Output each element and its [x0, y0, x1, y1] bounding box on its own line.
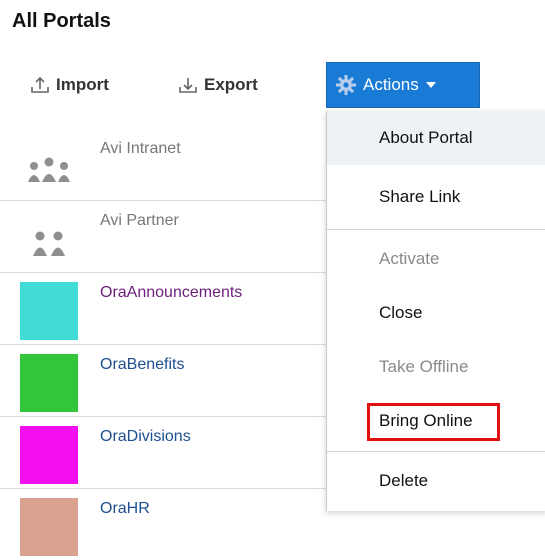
portal-name[interactable]: OraDivisions: [100, 428, 191, 446]
export-button[interactable]: Export: [178, 64, 258, 106]
menu-divider: [327, 229, 545, 230]
menu-item-label: Close: [379, 303, 423, 322]
portal-name[interactable]: OraHR: [100, 500, 150, 518]
menu-item-label: Share Link: [379, 187, 461, 206]
actions-label: Actions: [363, 75, 419, 94]
portal-name[interactable]: OraAnnouncements: [100, 284, 242, 302]
menu-item-label: Take Offline: [379, 357, 469, 376]
people-group-icon: [20, 138, 78, 196]
portal-name[interactable]: OraBenefits: [100, 356, 184, 374]
menu-item-label: Delete: [379, 471, 429, 490]
export-icon: [178, 75, 198, 95]
gear-icon: [335, 74, 357, 96]
import-button[interactable]: Import: [30, 64, 109, 106]
portal-thumbnail: [20, 354, 78, 412]
page-title: All Portals: [12, 10, 111, 32]
menu-item-delete[interactable]: Delete: [327, 454, 545, 508]
portal-name[interactable]: Avi Intranet: [100, 140, 181, 158]
menu-item-about-portal[interactable]: About Portal: [327, 111, 545, 165]
caret-down-icon: [425, 81, 437, 89]
menu-item-activate: Activate: [327, 232, 545, 286]
people-partner-icon: [20, 210, 78, 268]
menu-item-take-offline: Take Offline: [327, 340, 545, 394]
portal-name[interactable]: Avi Partner: [100, 212, 179, 230]
menu-item-share-link[interactable]: Share Link: [327, 170, 545, 224]
menu-item-close[interactable]: Close: [327, 286, 545, 340]
actions-button[interactable]: Actions: [326, 62, 480, 108]
portal-thumbnail: [20, 426, 78, 484]
menu-divider: [327, 451, 545, 452]
import-icon: [30, 75, 50, 95]
export-label: Export: [204, 75, 258, 94]
menu-item-label: About Portal: [379, 128, 473, 147]
portal-thumbnail: [20, 498, 78, 556]
portal-thumbnail: [20, 282, 78, 340]
menu-item-label: Activate: [379, 249, 440, 268]
highlight-box: [367, 403, 500, 441]
import-label: Import: [56, 75, 109, 94]
actions-menu: About Portal Share Link Activate Close T…: [326, 111, 545, 511]
